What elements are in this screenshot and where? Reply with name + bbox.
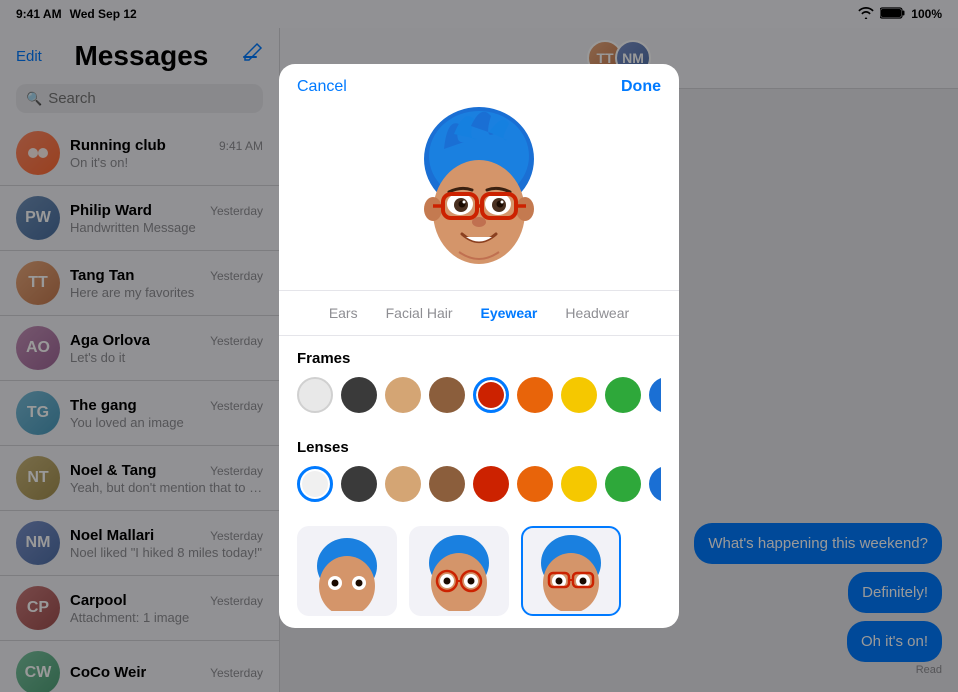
- lenses-section: Lenses: [279, 425, 679, 514]
- cancel-button[interactable]: Cancel: [297, 78, 347, 96]
- frame-color-orange[interactable]: [517, 377, 553, 413]
- eyewear-option-none[interactable]: [297, 526, 397, 616]
- frame-color-red[interactable]: [473, 377, 509, 413]
- lens-color-blue[interactable]: [649, 466, 661, 502]
- frame-color-green[interactable]: [605, 377, 641, 413]
- modal-header: Cancel Done: [279, 64, 679, 96]
- eyewear-option-square[interactable]: [521, 526, 621, 616]
- memoji-face-svg: [399, 104, 559, 274]
- done-button[interactable]: Done: [621, 78, 661, 96]
- tab-ears[interactable]: Ears: [315, 301, 372, 325]
- lens-color-red[interactable]: [473, 466, 509, 502]
- tab-headwear[interactable]: Headwear: [551, 301, 643, 325]
- frame-color-row: [297, 377, 661, 417]
- modal-overlay[interactable]: Cancel Done: [0, 0, 958, 692]
- lens-color-yellow[interactable]: [561, 466, 597, 502]
- frame-color-dark[interactable]: [341, 377, 377, 413]
- frames-section: Frames: [279, 336, 679, 425]
- lens-color-brown[interactable]: [429, 466, 465, 502]
- lens-color-row: [297, 466, 661, 506]
- tab-facial-hair[interactable]: Facial Hair: [372, 301, 467, 325]
- memoji-editor-modal: Cancel Done: [279, 64, 679, 628]
- lens-color-orange[interactable]: [517, 466, 553, 502]
- frame-color-tan[interactable]: [385, 377, 421, 413]
- frame-color-yellow[interactable]: [561, 377, 597, 413]
- lens-color-dark[interactable]: [341, 466, 377, 502]
- tab-eyewear[interactable]: Eyewear: [467, 301, 552, 325]
- frame-color-blue[interactable]: [649, 377, 661, 413]
- lens-color-tan[interactable]: [385, 466, 421, 502]
- eyewear-option-round[interactable]: [409, 526, 509, 616]
- lens-color-clear[interactable]: [297, 466, 333, 502]
- lens-color-green[interactable]: [605, 466, 641, 502]
- frame-color-white[interactable]: [297, 377, 333, 413]
- memoji-preview: [279, 96, 679, 290]
- category-tabs: Ears Facial Hair Eyewear Headwear: [279, 290, 679, 336]
- frames-label: Frames: [297, 350, 661, 367]
- frame-color-brown[interactable]: [429, 377, 465, 413]
- eyewear-style-options: [279, 514, 679, 628]
- lenses-label: Lenses: [297, 439, 661, 456]
